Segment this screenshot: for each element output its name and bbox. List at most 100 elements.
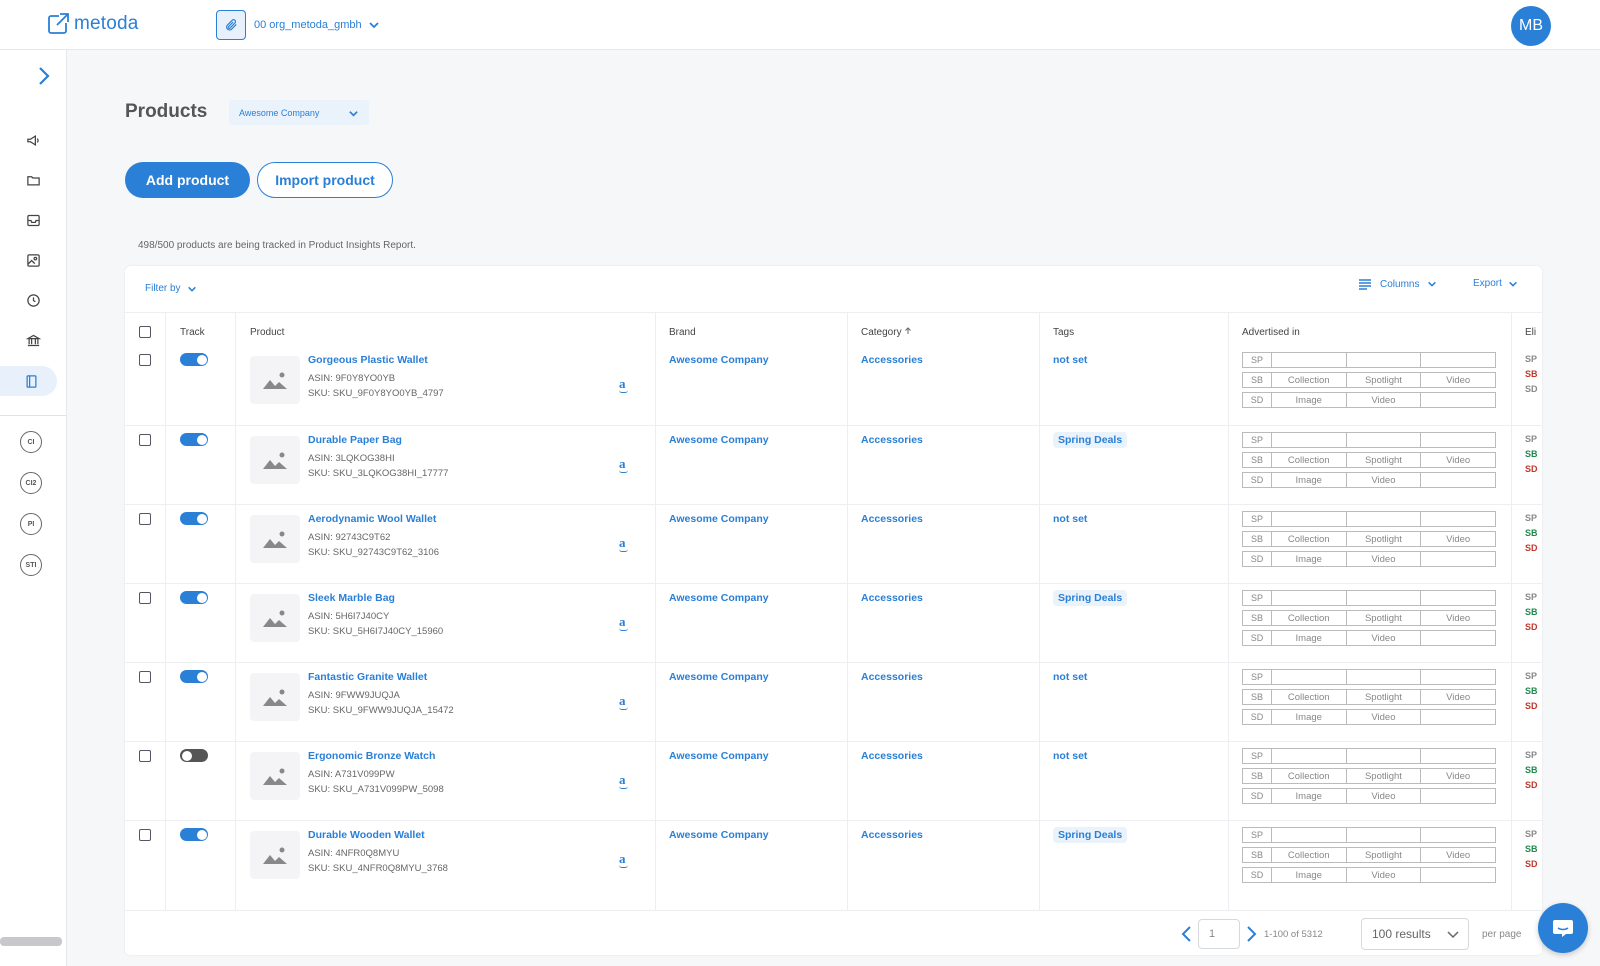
page-number-input[interactable] <box>1198 919 1240 949</box>
product-asin: ASIN: 9FWW9JUQJA <box>308 690 400 701</box>
product-name-link[interactable]: Durable Wooden Wallet <box>308 829 425 841</box>
amazon-icon[interactable]: a <box>619 693 628 710</box>
sidebar-badge-ci[interactable]: CI <box>20 431 42 453</box>
sidebar-item-history[interactable] <box>18 285 48 315</box>
sidebar-item-gallery[interactable] <box>18 245 48 275</box>
row-checkbox[interactable] <box>139 671 151 683</box>
metoda-logo[interactable]: metoda <box>46 12 139 36</box>
tag-label[interactable]: Spring Deals <box>1053 827 1128 843</box>
adv-cell-collection: Collection <box>1270 453 1346 467</box>
company-select[interactable]: Awesome Company <box>229 100 369 125</box>
adv-row-sp: SP <box>1242 352 1496 368</box>
category-link[interactable]: Accessories <box>861 671 923 683</box>
category-link[interactable]: Accessories <box>861 829 923 841</box>
product-name-link[interactable]: Ergonomic Bronze Watch <box>308 750 435 762</box>
track-toggle[interactable] <box>180 512 208 525</box>
product-name-link[interactable]: Gorgeous Plastic Wallet <box>308 354 428 366</box>
row-checkbox[interactable] <box>139 513 151 525</box>
advertised-in-grid: SP SB Collection Spotlight Video SD Imag… <box>1242 511 1496 571</box>
sidebar-item-products[interactable] <box>0 366 57 396</box>
product-name-link[interactable]: Fantastic Granite Wallet <box>308 671 427 683</box>
category-link[interactable]: Accessories <box>861 750 923 762</box>
sidebar-item-inbox[interactable] <box>18 205 48 235</box>
adv-cell-spotlight: Spotlight <box>1345 690 1421 704</box>
product-name-link[interactable]: Aerodynamic Wool Wallet <box>308 513 436 525</box>
track-toggle[interactable] <box>180 828 208 841</box>
sidebar-badge-pi[interactable]: PI <box>20 513 42 535</box>
product-name-link[interactable]: Durable Paper Bag <box>308 434 402 446</box>
select-all-checkbox[interactable] <box>139 326 151 338</box>
tag-label[interactable]: Spring Deals <box>1053 432 1128 448</box>
amazon-icon[interactable]: a <box>619 376 628 393</box>
sidebar-badge-sti[interactable]: STI <box>20 554 42 576</box>
row-checkbox[interactable] <box>139 829 151 841</box>
eligible-sd: SD <box>1525 859 1538 869</box>
amazon-icon[interactable]: a <box>619 614 628 631</box>
product-sku: SKU: SKU_9F0Y8YO0YB_4797 <box>308 388 444 399</box>
brand-link[interactable]: Awesome Company <box>669 750 769 762</box>
brand-link[interactable]: Awesome Company <box>669 434 769 446</box>
adv-cell <box>1420 552 1495 566</box>
export-dropdown[interactable]: Export <box>1473 278 1518 289</box>
tag-label: not set <box>1053 354 1088 366</box>
chevron-down-icon <box>369 22 379 29</box>
brand-link[interactable]: Awesome Company <box>669 354 769 366</box>
adv-cell-image: Image <box>1270 868 1346 882</box>
amazon-icon[interactable]: a <box>619 851 628 868</box>
chevron-right-icon[interactable] <box>1246 925 1258 943</box>
row-checkbox[interactable] <box>139 434 151 446</box>
add-product-button[interactable]: Add product <box>125 162 250 198</box>
category-link[interactable]: Accessories <box>861 592 923 604</box>
table-row: Durable Wooden Wallet ASIN: 4NFR0Q8MYU S… <box>125 820 1542 901</box>
adv-label-sb: SB <box>1250 771 1263 781</box>
adv-cell-collection: Collection <box>1270 690 1346 704</box>
chat-button[interactable] <box>1538 903 1588 953</box>
pagination: 1-100 of 5312 100 results per page <box>125 910 1542 955</box>
track-toggle[interactable] <box>180 353 208 366</box>
chevron-left-icon[interactable] <box>1180 925 1192 943</box>
sidebar-item-folders[interactable] <box>18 165 48 195</box>
adv-label-sp: SP <box>1250 355 1263 365</box>
category-link[interactable]: Accessories <box>861 513 923 525</box>
track-toggle[interactable] <box>180 749 208 762</box>
product-name-link[interactable]: Sleek Marble Bag <box>308 592 395 604</box>
filter-by-dropdown[interactable]: Filter by <box>145 283 197 294</box>
track-toggle[interactable] <box>180 591 208 604</box>
sidebar-item-bank[interactable] <box>18 325 48 355</box>
page-size-value: 100 results <box>1372 927 1431 941</box>
adv-cell-video: Video <box>1420 690 1495 704</box>
user-avatar[interactable]: MB <box>1511 6 1551 46</box>
brand-link[interactable]: Awesome Company <box>669 513 769 525</box>
brand-link[interactable]: Awesome Company <box>669 829 769 841</box>
sidebar-item-campaigns[interactable] <box>18 125 48 155</box>
amazon-icon[interactable]: a <box>619 772 628 789</box>
track-toggle[interactable] <box>180 670 208 683</box>
page-size-select[interactable]: 100 results <box>1361 918 1469 950</box>
header-category[interactable]: Category <box>861 327 912 338</box>
import-product-button[interactable]: Import product <box>257 162 393 198</box>
row-checkbox[interactable] <box>139 750 151 762</box>
eligible-sp: SP <box>1525 513 1538 523</box>
row-checkbox[interactable] <box>139 592 151 604</box>
amazon-icon[interactable]: a <box>619 535 628 552</box>
track-toggle[interactable] <box>180 433 208 446</box>
inbox-icon <box>26 214 40 226</box>
sidebar-badge-ci2[interactable]: CI2 <box>20 472 42 494</box>
sidebar-scrollbar[interactable] <box>0 937 62 946</box>
category-link[interactable]: Accessories <box>861 354 923 366</box>
amazon-icon[interactable]: a <box>619 456 628 473</box>
adv-label-sd: SD <box>1250 395 1264 405</box>
brand-link[interactable]: Awesome Company <box>669 671 769 683</box>
header-product: Product <box>250 327 285 338</box>
brand-link[interactable]: Awesome Company <box>669 592 769 604</box>
chevron-right-icon[interactable] <box>34 66 54 86</box>
page-title: Products <box>125 101 208 122</box>
category-link[interactable]: Accessories <box>861 434 923 446</box>
org-selector[interactable]: 00 org_metoda_gmbh <box>216 10 380 40</box>
tag-label[interactable]: Spring Deals <box>1053 590 1128 606</box>
adv-cell-video: Video <box>1420 611 1495 625</box>
row-checkbox[interactable] <box>139 354 151 366</box>
adv-cell-collection: Collection <box>1270 373 1346 387</box>
adv-row-sb: SB Collection Spotlight Video <box>1242 610 1496 626</box>
columns-dropdown[interactable]: Columns <box>1358 278 1437 290</box>
